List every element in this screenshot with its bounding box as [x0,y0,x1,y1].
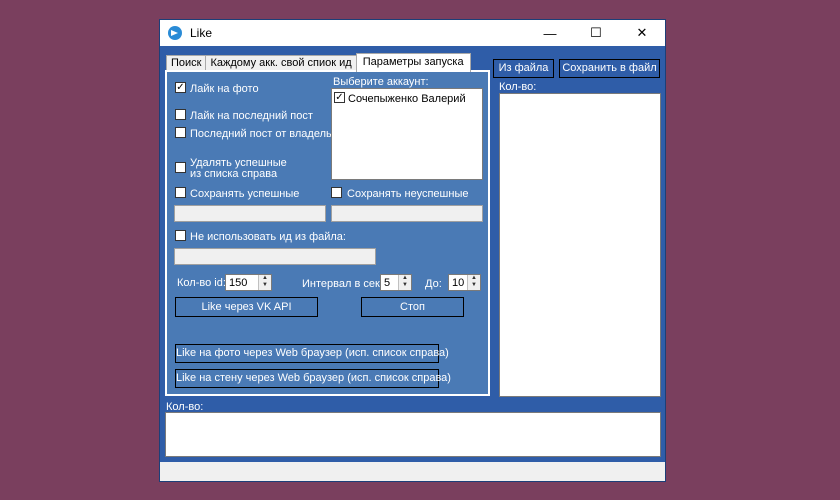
no-file-ids-checkbox[interactable] [175,230,186,241]
from-file-button[interactable]: Из файла [493,59,554,78]
interval-from-stepper-arrows[interactable]: ▲ ▼ [398,275,411,290]
tab-launch-params[interactable]: Параметры запуска [355,53,471,72]
no-file-ids-input[interactable] [174,248,376,265]
count-id-value: 150 [229,277,248,289]
save-success-label: Сохранять успешные [190,188,300,200]
count-id-stepper[interactable]: 150 ▲ ▼ [225,274,272,291]
like-photo-checkbox[interactable]: ✓ [175,82,186,93]
spin-down-icon[interactable]: ▼ [259,282,271,289]
spin-up-icon[interactable]: ▲ [259,275,271,282]
close-button[interactable]: ✕ [619,20,665,46]
interval-from-stepper[interactable]: 5 ▲ ▼ [380,274,412,291]
account-list[interactable]: ✓ Сочепыженко Валерий [331,88,483,180]
title-bar[interactable]: Like — ☐ ✕ [160,20,665,46]
save-to-file-button[interactable]: Сохранить в файл [559,59,660,78]
spin-down-icon[interactable]: ▼ [399,282,411,289]
like-last-post-checkbox[interactable] [175,109,186,120]
spin-up-icon[interactable]: ▲ [468,275,480,282]
launch-params-panel: ✓ Лайк на фото Лайк на последний пост По… [165,70,490,396]
like-vk-api-button[interactable]: Like через VK API [175,297,318,317]
window-title: Like [190,26,213,40]
delete-success-label-line2: из списка справа [190,168,278,180]
right-count-label: Кол-во: [499,81,537,93]
save-fail-path-input[interactable] [331,205,483,222]
save-fail-checkbox[interactable] [331,187,342,198]
last-post-owner-checkbox[interactable] [175,127,186,138]
like-wall-web-button[interactable]: Like на стену через Web браузер (исп. сп… [175,369,451,388]
count-id-stepper-arrows[interactable]: ▲ ▼ [258,275,271,290]
like-last-post-label: Лайк на последний пост [190,110,313,122]
last-post-owner-label: Последний пост от владельца [190,128,345,140]
like-photo-label: Лайк на фото [190,83,259,95]
app-window: Like — ☐ ✕ Поиск Каждому акк. свой спиок… [159,19,666,482]
like-photo-web-button[interactable]: Like на фото через Web браузер (исп. спи… [175,344,449,363]
stop-button[interactable]: Стоп [361,297,464,317]
account-name: Сочепыженко Валерий [348,93,466,105]
spin-down-icon[interactable]: ▼ [468,282,480,289]
app-logo-icon [168,26,182,40]
count-id-label: Кол-во id: [177,277,226,289]
account-checkbox[interactable]: ✓ [334,92,345,103]
account-select-label: Выберите аккаунт: [333,76,429,88]
minimize-button[interactable]: — [527,20,573,46]
log-textbox[interactable] [165,412,661,457]
interval-from-value: 5 [384,277,391,289]
spin-up-icon[interactable]: ▲ [399,275,411,282]
save-fail-label: Сохранять неуспешные [347,188,469,200]
id-list[interactable] [499,93,661,397]
interval-to-stepper[interactable]: 10 ▲ ▼ [448,274,481,291]
no-file-ids-label: Не использовать ид из файла: [190,231,346,243]
interval-to-label: До: [425,278,442,290]
status-bar [160,462,665,481]
interval-to-value: 10 [452,277,465,289]
delete-success-checkbox[interactable] [175,162,186,173]
interval-label: Интервал в сек: [302,278,383,290]
save-success-checkbox[interactable] [175,187,186,198]
interval-to-stepper-arrows[interactable]: ▲ ▼ [467,275,480,290]
save-success-path-input[interactable] [174,205,326,222]
maximize-button[interactable]: ☐ [573,20,619,46]
tab-strip: Поиск Каждому акк. свой спиок ид Парамет… [166,53,471,72]
